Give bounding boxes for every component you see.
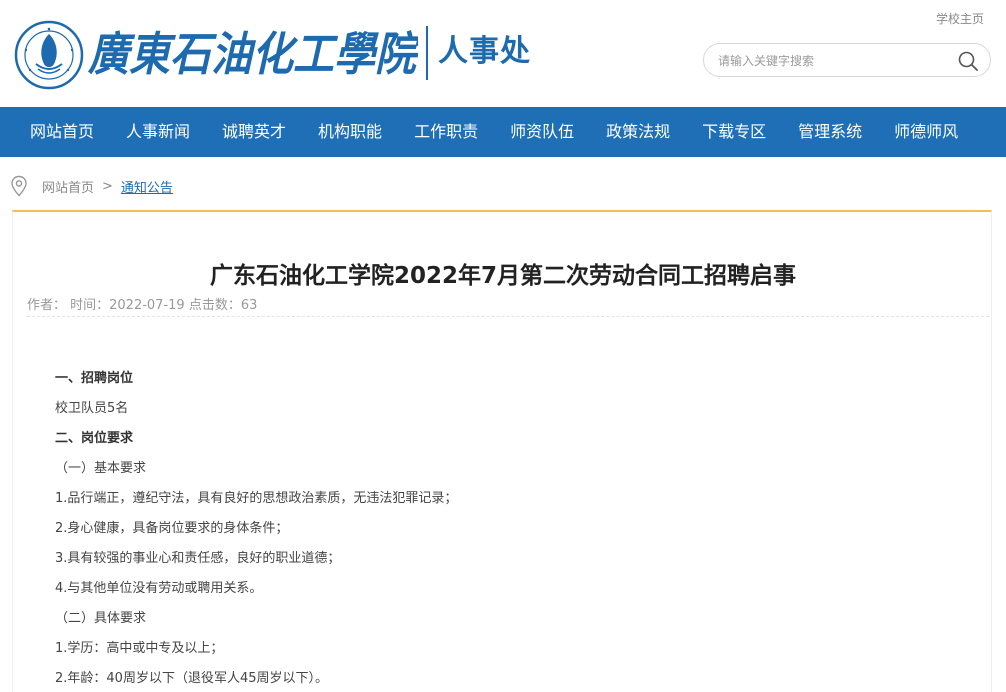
body-paragraph: 2.身心健康，具备岗位要求的身体条件； — [55, 521, 289, 536]
body-paragraph: 4.与其他单位没有劳动或聘用关系。 — [55, 581, 263, 596]
section-heading: 一、招聘岗位 — [55, 371, 134, 386]
nav-item-management-system[interactable]: 管理系统 — [782, 107, 878, 157]
school-name-calligraphy: 廣東石油化工學院 — [88, 27, 418, 81]
school-seal-logo[interactable] — [14, 20, 84, 90]
school-name-text: 廣東石油化工學院 — [88, 27, 418, 81]
nav-item-faculty[interactable]: 师资队伍 — [494, 107, 590, 157]
main-nav: 网站首页 人事新闻 诚聘英才 机构职能 工作职责 师资队伍 政策法规 下载专区 … — [0, 107, 1006, 157]
body-paragraph: （二）具体要求 — [55, 611, 147, 626]
section-heading: 二、岗位要求 — [55, 431, 134, 446]
breadcrumb-separator: > — [102, 178, 113, 194]
body-paragraph: （一）基本要求 — [55, 461, 147, 476]
nav-item-duties[interactable]: 工作职责 — [398, 107, 494, 157]
body-paragraph: 2.年龄：40周岁以下（退役军人45周岁以下）。 — [55, 671, 328, 686]
meta-divider — [27, 316, 989, 317]
article-body: 一、招聘岗位 校卫队员5名 二、岗位要求 （一）基本要求 1.品行端正，遵纪守法… — [55, 364, 955, 692]
body-paragraph: 1.学历：高中或中专及以上； — [55, 641, 224, 656]
nav-item-teacher-ethics[interactable]: 师德师风 — [878, 107, 974, 157]
nav-item-functions[interactable]: 机构职能 — [302, 107, 398, 157]
school-home-link[interactable]: 学校主页 — [936, 10, 984, 27]
breadcrumb: 网站首页 > 通知公告 — [10, 172, 173, 200]
search-icon[interactable] — [956, 49, 980, 73]
body-paragraph: 1.品行端正，遵纪守法，具有良好的思想政治素质，无违法犯罪记录； — [55, 491, 458, 506]
site-header: 廣東石油化工學院 人事处 学校主页 — [0, 0, 1006, 107]
nav-item-personnel-news[interactable]: 人事新闻 — [110, 107, 206, 157]
nav-item-downloads[interactable]: 下载专区 — [686, 107, 782, 157]
article-title: 广东石油化工学院2022年7月第二次劳动合同工招聘启事 — [209, 263, 797, 289]
department-title: 人事处 — [438, 34, 531, 69]
nav-item-policies[interactable]: 政策法规 — [590, 107, 686, 157]
body-paragraph: 3.具有较强的事业心和责任感，良好的职业道德； — [55, 551, 341, 566]
breadcrumb-home-link[interactable]: 网站首页 — [42, 177, 94, 196]
location-pin-icon — [11, 175, 27, 197]
article-panel: 广东石油化工学院2022年7月第二次劳动合同工招聘启事 作者： 时间：2022-… — [12, 210, 992, 692]
breadcrumb-current-link[interactable]: 通知公告 — [121, 177, 173, 196]
nav-item-home[interactable]: 网站首页 — [14, 107, 110, 157]
logo-divider — [426, 26, 428, 80]
article-meta: 作者： 时间：2022-07-19 点击数：63 — [27, 298, 258, 313]
search-box — [703, 43, 991, 77]
nav-item-recruitment[interactable]: 诚聘英才 — [206, 107, 302, 157]
body-paragraph: 校卫队员5名 — [55, 401, 129, 416]
search-input[interactable] — [718, 51, 948, 71]
